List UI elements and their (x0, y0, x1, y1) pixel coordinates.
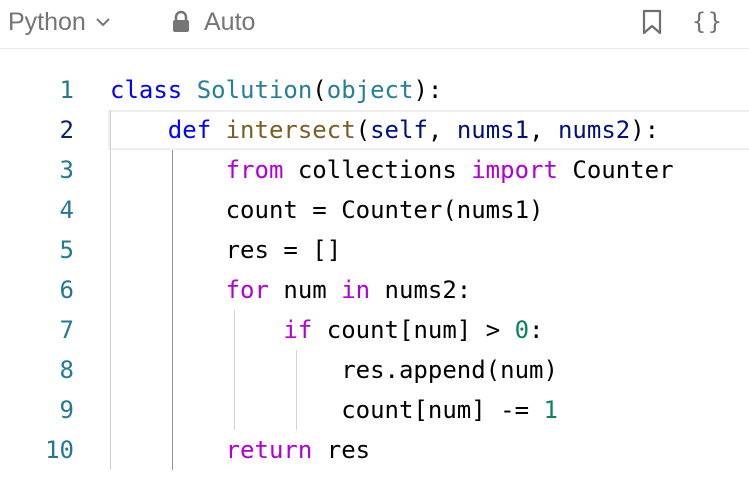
chevron-down-icon (96, 18, 110, 27)
code-token: ( (355, 116, 371, 144)
code-token: nums1 (456, 116, 530, 144)
code-text: for num in nums2: (110, 270, 472, 310)
code-token: def (167, 116, 212, 144)
code-token: if (283, 316, 313, 344)
code-line[interactable]: 1 class Solution(object): (0, 70, 749, 110)
code-token: , (529, 116, 558, 144)
code-token: class (110, 76, 183, 104)
code-token: , (427, 116, 457, 144)
code-line[interactable]: 9 count[num] -= 1 (0, 390, 749, 430)
code-token: num (268, 276, 342, 304)
code-line[interactable]: 7 if count[num] > 0: (0, 310, 749, 350)
code-token: intersect (225, 116, 356, 144)
auto-mode-indicator[interactable]: Auto (170, 6, 255, 38)
code-token: ( (312, 76, 327, 104)
code-token: in (341, 276, 371, 304)
code-line[interactable]: 2 def intersect(self, nums1, nums2): (0, 110, 749, 150)
code-line[interactable]: 6 for num in nums2: (0, 270, 749, 310)
code-text: class Solution(object): (110, 70, 442, 110)
code-text: count[num] -= 1 (110, 390, 558, 430)
line-number: 3 (59, 156, 74, 184)
editor-toolbar: Python Auto {} (0, 0, 749, 49)
code-text: if count[num] > 0: (110, 310, 544, 350)
line-number: 6 (59, 276, 74, 304)
code-token: Counter (557, 156, 674, 184)
code-line[interactable]: 5 res = [] (0, 230, 749, 270)
code-text: def intersect(self, nums1, nums2): (110, 110, 659, 150)
code-token: ): (413, 76, 443, 104)
code-token: 0 (514, 316, 530, 344)
code-line[interactable]: 4 count = Counter(nums1) (0, 190, 749, 230)
code-token: res.append(num) (110, 356, 558, 384)
code-line[interactable]: 3 from collections import Counter (0, 150, 749, 190)
line-number: 8 (59, 356, 74, 384)
code-token: count[num] > (312, 316, 515, 344)
code-token: 1 (543, 396, 558, 424)
code-token: count[num] -= (110, 396, 544, 424)
code-editor[interactable]: 1 class Solution(object): 2 def intersect(… (0, 70, 749, 479)
code-text: res.append(num) (110, 350, 558, 390)
code-token: collections (283, 156, 472, 184)
language-label: Python (8, 7, 86, 36)
code-token: : (529, 316, 544, 344)
code-text: count = Counter(nums1) (110, 190, 544, 230)
line-number: 5 (59, 236, 74, 264)
code-text: return res (110, 430, 371, 470)
line-number: 2 (59, 116, 74, 144)
lock-icon (173, 10, 189, 32)
code-line[interactable]: 10 return res (0, 430, 749, 470)
code-token: res = [] (110, 236, 342, 264)
code-text: res = [] (110, 230, 342, 270)
bookmark-icon[interactable] (638, 8, 666, 36)
line-number: 7 (59, 316, 74, 344)
code-token: res (312, 436, 371, 464)
code-token: for (225, 276, 269, 304)
code-token: ): (630, 116, 660, 144)
code-token: nums2 (557, 116, 631, 144)
language-select[interactable]: Python (8, 6, 112, 38)
code-line[interactable]: 8 res.append(num) (0, 350, 749, 390)
code-token: nums2: (370, 276, 472, 304)
code-token: return (225, 436, 313, 464)
line-number: 9 (59, 396, 74, 424)
code-token: import (471, 156, 558, 184)
code-token: Solution (196, 76, 313, 104)
line-number: 4 (59, 196, 74, 224)
code-token: object (326, 76, 414, 104)
code-token: count = Counter(nums1) (110, 196, 544, 224)
code-token: self (370, 116, 428, 144)
mode-label: Auto (204, 7, 256, 36)
code-token: from (225, 156, 284, 184)
braces-icon[interactable]: {} (688, 8, 728, 36)
code-text: from collections import Counter (110, 150, 674, 190)
line-number: 1 (59, 76, 74, 104)
line-number: 10 (45, 436, 74, 464)
